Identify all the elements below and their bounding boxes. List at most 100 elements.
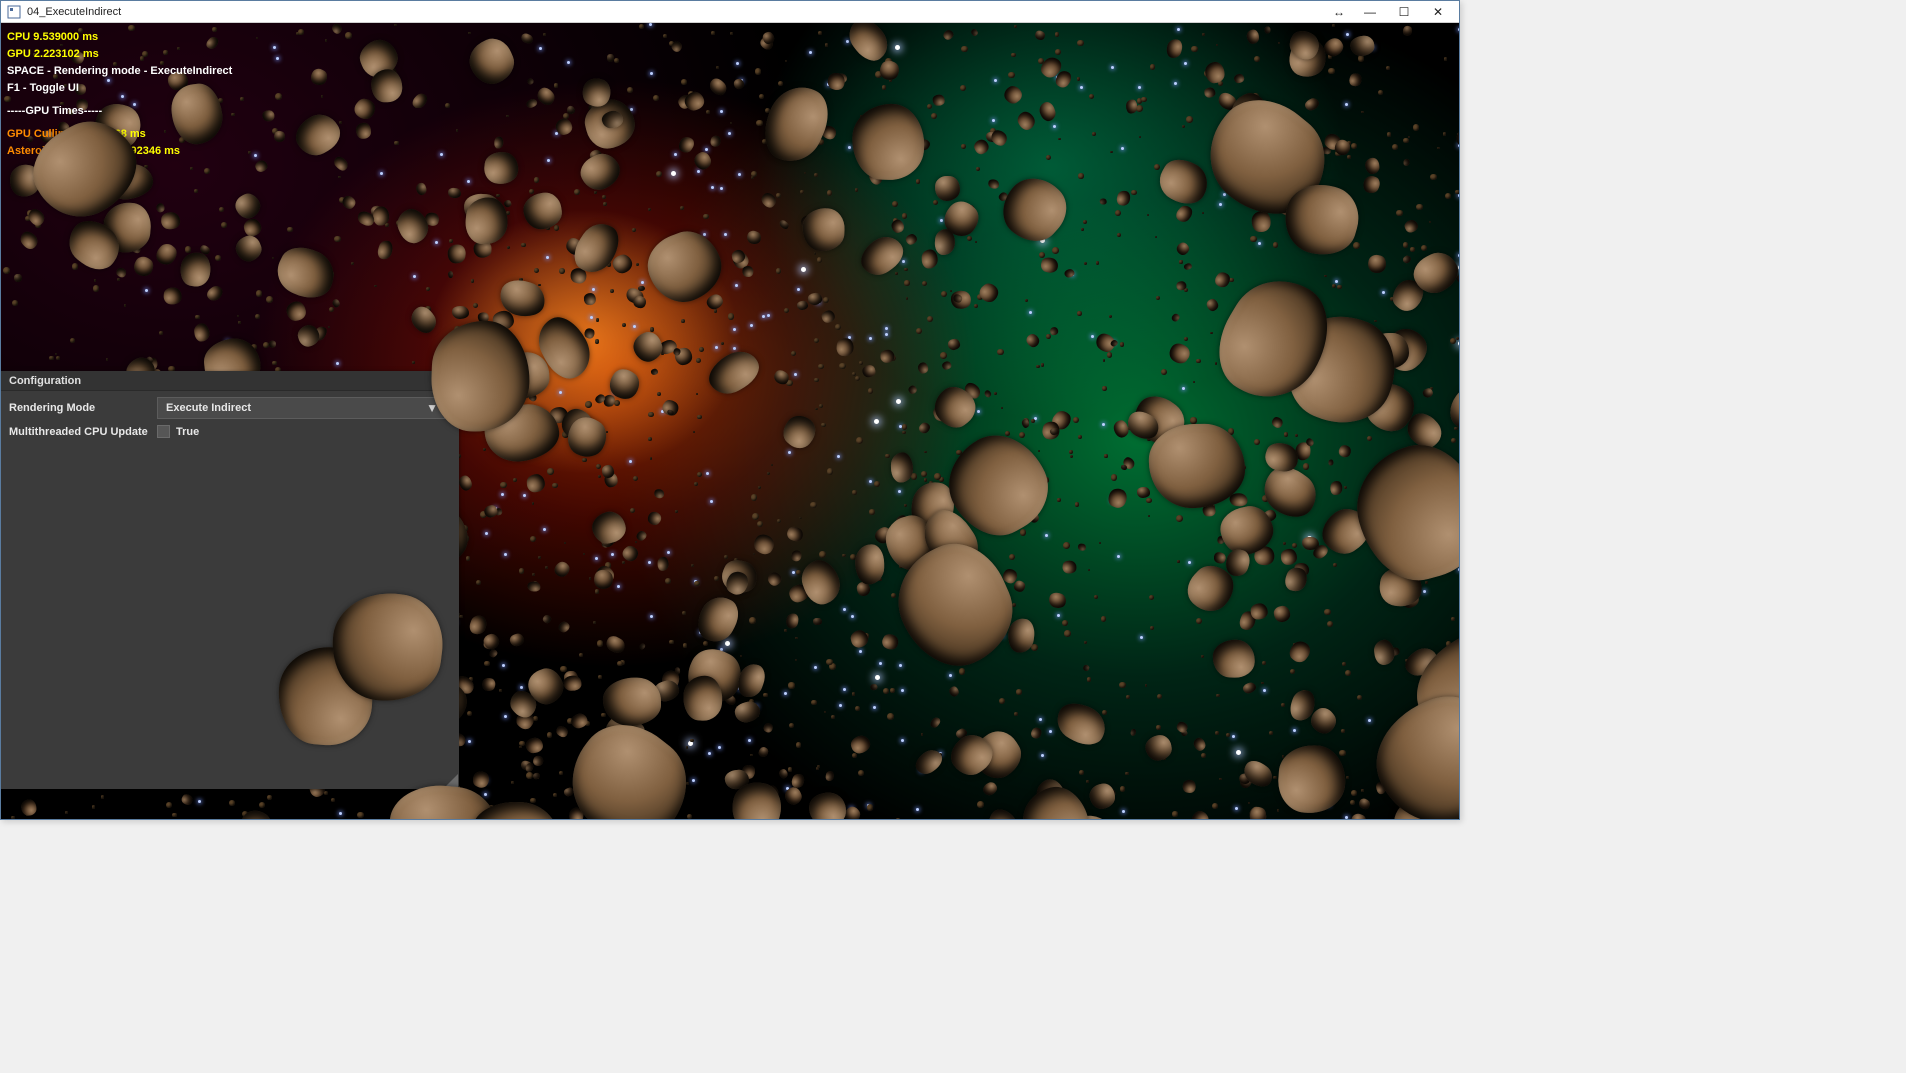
star: [994, 79, 997, 82]
asteroid: [1212, 640, 1255, 679]
asteroid: [758, 486, 761, 489]
asteroid: [1052, 247, 1059, 254]
asteroid: [185, 246, 191, 252]
asteroid: [1079, 770, 1084, 775]
asteroid: [810, 502, 817, 509]
asteroid: [1353, 242, 1360, 249]
asteroid: [788, 682, 794, 688]
asteroid: [974, 304, 978, 308]
star: [851, 615, 854, 618]
asteroid: [49, 356, 53, 360]
minimize-button[interactable]: —: [1353, 5, 1387, 19]
asteroid: [1141, 97, 1147, 103]
asteroid: [356, 123, 371, 139]
asteroid: [749, 617, 756, 624]
maximize-button[interactable]: ☐: [1387, 5, 1421, 19]
asteroid: [1403, 138, 1408, 143]
asteroid: [827, 468, 833, 474]
star: [1335, 280, 1338, 283]
asteroid: [1425, 581, 1428, 584]
asteroid: [800, 190, 804, 194]
star: [1458, 28, 1459, 31]
asteroid: [1070, 455, 1073, 458]
asteroid: [521, 243, 525, 247]
asteroid: [160, 61, 164, 65]
asteroid: [72, 263, 79, 270]
asteroid: [106, 358, 108, 360]
asteroid: [724, 555, 728, 559]
asteroid: [869, 509, 875, 515]
asteroid: [596, 464, 601, 469]
asteroid: [821, 423, 825, 427]
asteroid: [825, 43, 829, 47]
asteroid: [940, 352, 947, 359]
asteroid: [160, 211, 180, 230]
asteroid: [1055, 49, 1061, 55]
asteroid: [1145, 684, 1147, 686]
asteroid: [1367, 436, 1372, 441]
asteroid: [835, 324, 841, 330]
asteroid: [867, 804, 874, 811]
star: [848, 146, 851, 149]
star: [1091, 335, 1094, 338]
asteroid: [601, 713, 606, 718]
asteroid: [1254, 56, 1260, 62]
asteroid: [1120, 342, 1124, 346]
asteroid: [1204, 87, 1215, 97]
asteroid: [255, 314, 260, 319]
asteroid: [1117, 233, 1121, 237]
asteroid: [1333, 563, 1337, 567]
asteroid: [902, 424, 907, 429]
asteroid: [1008, 72, 1015, 79]
config-panel[interactable]: Configuration – Rendering Mode Execute I…: [1, 371, 459, 789]
asteroid: [466, 556, 471, 561]
asteroid: [637, 285, 644, 291]
star: [837, 455, 840, 458]
asteroid: [374, 285, 376, 287]
asteroid: [813, 618, 822, 625]
asteroid: [532, 502, 534, 504]
asteroid: [827, 190, 832, 195]
asteroid: [817, 765, 820, 768]
asteroid: [852, 692, 855, 695]
asteroid: [1347, 155, 1351, 159]
multithreaded-checkbox[interactable]: [157, 425, 170, 438]
star: [590, 316, 593, 319]
asteroid: [891, 593, 896, 598]
close-button[interactable]: ✕: [1421, 5, 1455, 19]
asteroid: [814, 378, 819, 383]
asteroid: [824, 711, 826, 713]
asteroid: [636, 263, 639, 266]
asteroid: [885, 454, 890, 459]
asteroid: [795, 637, 797, 639]
viewport[interactable]: CPU 9.539000 ms GPU 2.223102 ms SPACE - …: [1, 23, 1459, 819]
asteroid: [711, 31, 715, 35]
star: [617, 585, 620, 588]
asteroid: [617, 661, 623, 667]
move-icon[interactable]: ↔: [1325, 5, 1353, 19]
asteroid: [859, 361, 863, 365]
asteroid: [999, 698, 1005, 704]
asteroid: [868, 388, 873, 393]
asteroid: [534, 268, 539, 273]
config-panel-header[interactable]: Configuration –: [1, 371, 459, 391]
asteroid: [855, 545, 884, 585]
star: [814, 666, 817, 669]
asteroid: [449, 239, 453, 243]
asteroid: [703, 214, 709, 220]
asteroid: [1337, 285, 1342, 290]
rendering-mode-dropdown[interactable]: Execute Indirect ▼: [157, 397, 445, 419]
asteroid: [14, 274, 22, 282]
asteroid: [1451, 617, 1455, 621]
asteroid: [1115, 210, 1121, 216]
asteroid: [499, 689, 502, 692]
asteroid: [1210, 332, 1212, 334]
asteroid: [785, 60, 787, 62]
asteroid: [321, 95, 324, 98]
asteroid: [331, 798, 335, 802]
star: [869, 480, 872, 483]
asteroid: [595, 339, 599, 343]
asteroid: [1351, 790, 1357, 796]
asteroid: [1046, 334, 1051, 339]
asteroid: [325, 39, 327, 41]
